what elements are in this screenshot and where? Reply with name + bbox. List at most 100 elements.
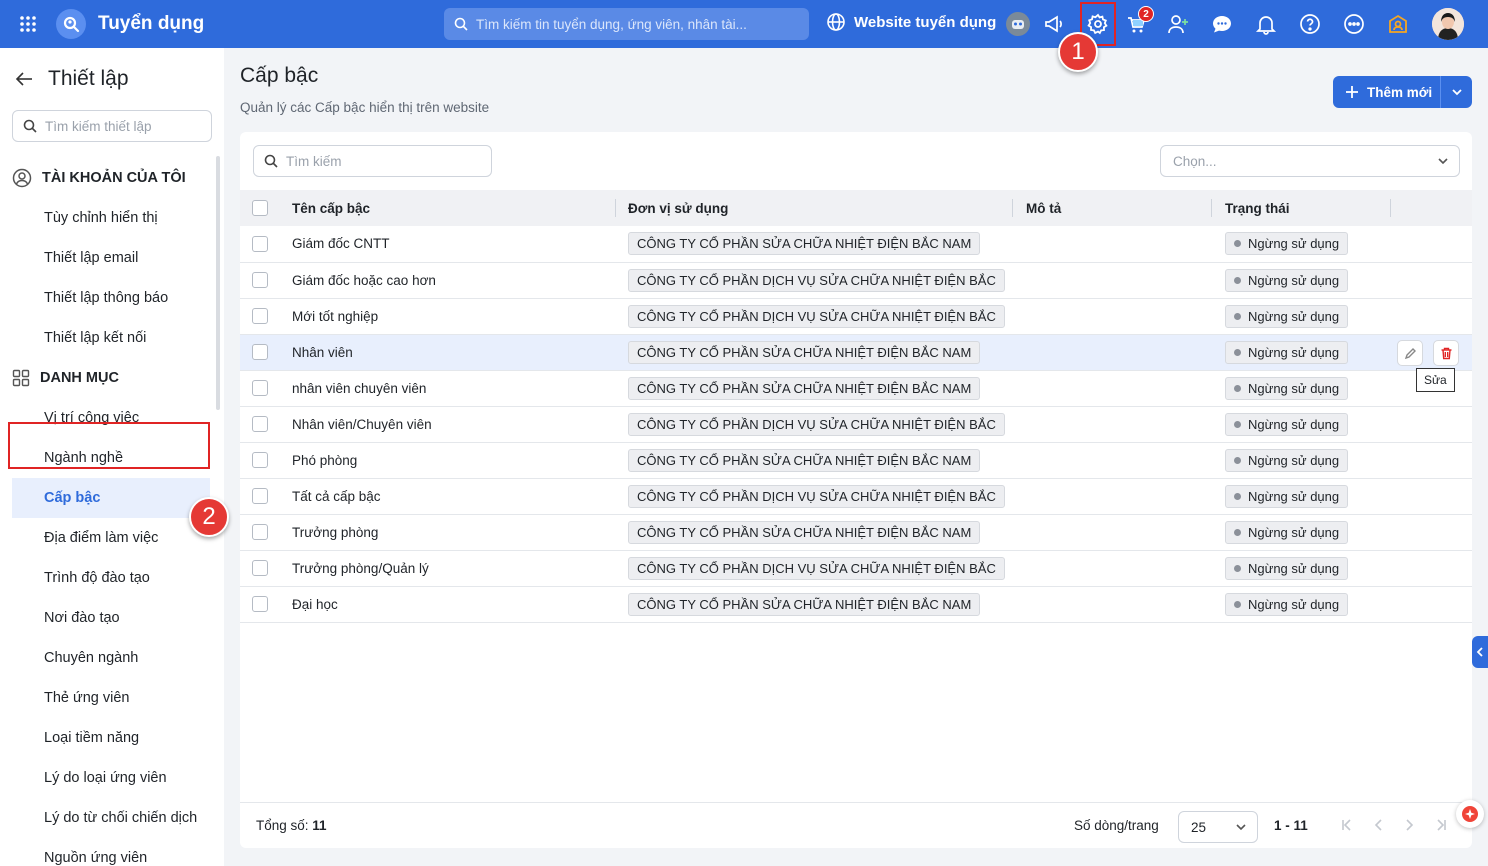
sidebar-item-potential-type[interactable]: Loại tiềm năng xyxy=(0,718,224,758)
row-status-label: Ngừng sử dụng xyxy=(1248,488,1340,504)
row-unit-chip: CÔNG TY CỔ PHẦN SỬA CHỮA NHIỆT ĐIỆN BẮC … xyxy=(628,592,981,616)
sidebar-item-campaign-reject-reason[interactable]: Lý do từ chối chiến dịch xyxy=(0,798,224,838)
user-avatar[interactable] xyxy=(1432,8,1464,40)
help-icon[interactable] xyxy=(1294,8,1326,40)
back-arrow-icon[interactable] xyxy=(12,69,36,89)
more-icon[interactable] xyxy=(1338,8,1370,40)
row-checkbox[interactable] xyxy=(252,560,268,577)
header-description: Mô tả xyxy=(1026,200,1062,216)
header-name: Tên cấp bậc xyxy=(292,200,371,216)
row-checkbox[interactable] xyxy=(252,235,268,252)
bell-icon[interactable] xyxy=(1250,8,1282,40)
row-status-badge: Ngừng sử dụng xyxy=(1225,448,1349,472)
first-page-icon[interactable] xyxy=(1340,818,1354,832)
last-page-icon[interactable] xyxy=(1434,818,1448,832)
row-checkbox[interactable] xyxy=(252,380,268,397)
sidebar-item-education-level[interactable]: Trình độ đào tạo xyxy=(0,558,224,598)
row-unit-chip: CÔNG TY CỔ PHẦN DỊCH VỤ SỬA CHỮA NHIỆT Đ… xyxy=(628,268,1005,292)
table-row[interactable]: nhân viên chuyên viên CÔNG TY CỔ PHẦN SỬA… xyxy=(240,370,1472,406)
table-row[interactable]: Giám đốc hoặc cao hơn CÔNG TY CỔ PHẦN DỊC… xyxy=(240,262,1472,298)
global-search-input[interactable] xyxy=(476,16,796,32)
global-search[interactable] xyxy=(444,8,809,40)
row-status-label: Ngừng sử dụng xyxy=(1248,596,1340,612)
level-table-card: Chọn... Tên cấp bậc Đơn vị sử dụng Mô tả… xyxy=(240,132,1472,848)
table-row[interactable]: Phó phòng CÔNG TY CỔ PHẦN SỬA CHỮA NHIỆT … xyxy=(240,442,1472,478)
table-row[interactable]: Nhân viên CÔNG TY CỔ PHẦN SỬA CHỮA NHIỆT … xyxy=(240,334,1472,370)
row-checkbox[interactable] xyxy=(252,596,268,613)
sidebar-search[interactable] xyxy=(12,110,212,142)
sidebar-item-email[interactable]: Thiết lập email xyxy=(0,238,224,278)
table-row[interactable]: Mới tốt nghiệp CÔNG TY CỔ PHẦN DỊCH VỤ SỬ… xyxy=(240,298,1472,334)
unit-filter-select[interactable]: Chọn... xyxy=(1160,145,1460,177)
next-page-icon[interactable] xyxy=(1402,818,1416,832)
workplace-icon[interactable] xyxy=(1382,8,1414,40)
sidebar-title: Thiết lập xyxy=(48,67,129,90)
row-status-label: Ngừng sử dụng xyxy=(1248,308,1340,324)
row-status-label: Ngừng sử dụng xyxy=(1248,416,1340,432)
website-link[interactable]: Website tuyển dụng xyxy=(826,12,996,32)
table-search-input[interactable] xyxy=(286,153,476,169)
total-count: Tổng số: 11 xyxy=(256,818,327,833)
table-header-row: Tên cấp bậc Đơn vị sử dụng Mô tả Trạng t… xyxy=(240,190,1472,226)
search-icon xyxy=(23,119,37,133)
table-row[interactable]: Giám đốc CNTT CÔNG TY CỔ PHẦN SỬA CHỮA NH… xyxy=(240,226,1472,262)
table-row[interactable]: Trưởng phòng CÔNG TY CỔ PHẦN SỬA CHỮA NHI… xyxy=(240,514,1472,550)
row-unit-chip: CÔNG TY CỔ PHẦN SỬA CHỮA NHIỆT ĐIỆN BẮC … xyxy=(628,340,981,364)
globe-icon xyxy=(827,13,845,31)
delete-button[interactable] xyxy=(1433,340,1459,366)
row-status-badge: Ngừng sử dụng xyxy=(1225,484,1349,508)
chat-icon[interactable] xyxy=(1206,8,1238,40)
search-icon xyxy=(264,154,278,168)
bot-avatar-icon[interactable] xyxy=(1002,8,1034,40)
sidebar-item-connection[interactable]: Thiết lập kết nối xyxy=(0,318,224,358)
row-checkbox[interactable] xyxy=(252,344,268,361)
row-level-name: Phó phòng xyxy=(292,452,358,468)
row-status-label: Ngừng sử dụng xyxy=(1248,380,1340,396)
assistant-fab[interactable] xyxy=(1456,800,1484,828)
table-row[interactable]: Tất cả cấp bậc CÔNG TY CỔ PHẦN DỊCH VỤ SỬ… xyxy=(240,478,1472,514)
sidebar-item-candidate-source[interactable]: Nguồn ứng viên xyxy=(0,838,224,866)
row-checkbox[interactable] xyxy=(252,524,268,541)
header-unit: Đơn vị sử dụng xyxy=(628,200,729,216)
row-checkbox[interactable] xyxy=(252,416,268,433)
section-catalog-label: DANH MỤC xyxy=(40,370,119,386)
sidebar-scrollbar[interactable] xyxy=(216,156,220,410)
row-checkbox[interactable] xyxy=(252,308,268,325)
sidebar-item-school[interactable]: Nơi đào tạo xyxy=(0,598,224,638)
add-new-button[interactable]: Thêm mới xyxy=(1333,76,1472,108)
apps-grid-icon[interactable] xyxy=(0,0,56,48)
row-checkbox[interactable] xyxy=(252,488,268,505)
row-checkbox[interactable] xyxy=(252,452,268,469)
sidebar-item-candidate-tags[interactable]: Thẻ ứng viên xyxy=(0,678,224,718)
side-panel-toggle[interactable] xyxy=(1472,636,1488,668)
status-dot xyxy=(1234,600,1241,608)
row-checkbox[interactable] xyxy=(252,272,268,289)
sidebar-search-input[interactable] xyxy=(45,118,195,134)
section-my-account: TÀI KHOẢN CỦA TÔI xyxy=(0,158,224,198)
row-unit-chip: CÔNG TY CỔ PHẦN DỊCH VỤ SỬA CHỮA NHIỆT Đ… xyxy=(628,556,1005,580)
sidebar-item-display[interactable]: Tùy chỉnh hiển thị xyxy=(0,198,224,238)
rows-per-page-select[interactable]: 25 xyxy=(1178,811,1258,843)
add-user-icon[interactable] xyxy=(1162,8,1194,40)
level-table: Tên cấp bậc Đơn vị sử dụng Mô tả Trạng t… xyxy=(240,190,1472,623)
add-new-dropdown[interactable] xyxy=(1440,76,1472,108)
row-status-badge: Ngừng sử dụng xyxy=(1225,556,1349,580)
sidebar-item-notification[interactable]: Thiết lập thông báo xyxy=(0,278,224,318)
user-circle-icon xyxy=(12,168,32,188)
edit-button[interactable] xyxy=(1397,340,1423,366)
prev-page-icon[interactable] xyxy=(1372,818,1386,832)
table-row[interactable]: Đại học CÔNG TY CỔ PHẦN SỬA CHỮA NHIỆT ĐI… xyxy=(240,586,1472,622)
select-all-checkbox[interactable] xyxy=(252,200,268,217)
page-subtitle: Quản lý các Cấp bậc hiển thị trên websit… xyxy=(240,100,490,115)
sidebar-item-level[interactable]: Cấp bậc xyxy=(12,478,210,518)
section-my-account-label: TÀI KHOẢN CỦA TÔI xyxy=(42,170,186,186)
table-search[interactable] xyxy=(253,145,492,177)
sidebar-item-reject-reason[interactable]: Lý do loại ứng viên xyxy=(0,758,224,798)
table-row[interactable]: Trưởng phòng/Quản lý CÔNG TY CỔ PHẦN DỊCH… xyxy=(240,550,1472,586)
step-marker-1: 1 xyxy=(1058,32,1098,72)
sidebar-item-major[interactable]: Chuyên ngành xyxy=(0,638,224,678)
status-dot xyxy=(1234,348,1241,356)
section-catalog: DANH MỤC xyxy=(0,358,224,398)
row-level-name: Giám đốc hoặc cao hơn xyxy=(292,272,436,288)
table-row[interactable]: Nhân viên/Chuyên viên CÔNG TY CỔ PHẦN DỊC… xyxy=(240,406,1472,442)
